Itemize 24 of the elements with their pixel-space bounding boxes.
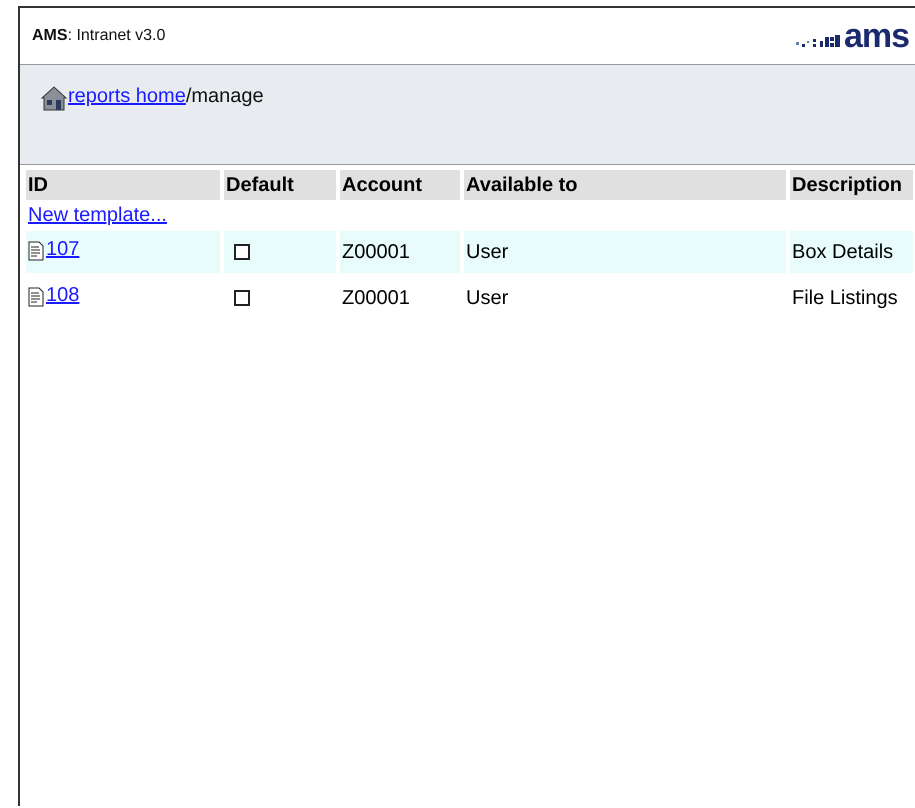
account-cell: Z00001 [340,231,460,273]
new-template-link[interactable]: New template... [28,204,167,226]
account-cell-text: Z00001 [341,286,411,310]
description-cell: Box Details [790,231,913,273]
template-id-link[interactable]: 107 [46,238,80,260]
default-checkbox[interactable] [234,244,250,260]
description-cell-text: File Listings [791,286,899,310]
window-title: : Intranet v3.0 [68,27,166,44]
reports-home-link[interactable]: reports home [68,85,186,108]
default-checkbox[interactable] [234,290,250,306]
column-header: Available to [464,170,786,200]
available-to-cell-text: User [465,286,510,310]
breadcrumb-current: /manage [186,85,264,108]
house-icon [40,85,68,111]
column-header: Description [790,170,913,200]
column-header: ID [26,170,220,200]
logo: ams [844,21,909,51]
template-id-link[interactable]: 108 [46,284,80,306]
document-icon [28,240,44,260]
available-to-cell: User [464,231,786,273]
app-name: AMS [32,27,68,44]
document-icon [28,286,44,306]
column-header: Account [340,170,460,200]
column-header: Default [224,170,336,200]
